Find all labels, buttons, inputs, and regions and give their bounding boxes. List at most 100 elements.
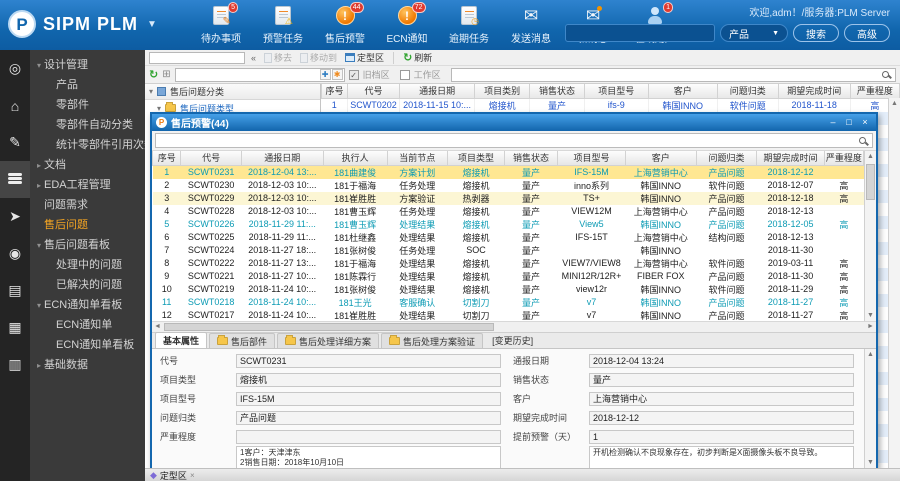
calendar-icon[interactable]: ▦ <box>0 309 30 346</box>
alert-table-row[interactable]: 8 SCWT0222 2018-11-27 13:... 181于福海 处理结果 熔接机 量… <box>153 257 864 270</box>
column-header[interactable]: 序号 <box>152 151 182 166</box>
filter-input[interactable]: ✚ ✱ <box>174 67 345 82</box>
sidebar-item-aftersale-board[interactable]: ▾ 售后问题看板 <box>30 235 145 255</box>
alert-table-row[interactable]: 5 SCWT0226 2018-11-29 11:... 181曹玉辉 处理结果 熔接机 量… <box>153 218 864 231</box>
chevron-down-icon[interactable]: ▼ <box>147 19 157 30</box>
alert-table-row[interactable]: 3 SCWT0229 2018-12-03 10:... 181崔胜胜 方案验证 热剥器量… <box>152 191 864 205</box>
column-header[interactable]: 严重程度 <box>823 151 864 166</box>
field-value[interactable]: 量产 <box>589 372 854 387</box>
sidebar-item-aftersale-issue[interactable]: 售后问题 <box>30 215 145 235</box>
column-header[interactable]: 代号 <box>346 84 401 99</box>
app-logo[interactable]: P SIPM PLM ▼ <box>8 10 157 38</box>
column-header[interactable]: 项目型号 <box>583 84 649 99</box>
notes-left-textarea[interactable]: 1客户：天津津东 2销售日期：2018年10月10日 <box>236 446 501 470</box>
search-icon[interactable] <box>882 70 889 78</box>
scroll-up-icon[interactable]: ▲ <box>865 151 876 162</box>
column-header[interactable]: 序号 <box>321 84 348 99</box>
column-header[interactable]: 问题归类 <box>716 84 779 99</box>
column-header[interactable]: 期望完成时间 <box>777 84 851 99</box>
sidebar-item-ecn-notice-item[interactable]: ECN通知单 <box>30 315 145 335</box>
field-value[interactable]: 2018-12-04 13:24 <box>589 353 854 368</box>
search-button[interactable]: 搜索 <box>793 24 839 42</box>
background-table-scrollbar[interactable]: ▲ <box>888 98 900 468</box>
column-header[interactable]: 客户 <box>647 84 718 99</box>
scroll-up-icon[interactable]: ▲ <box>865 349 876 360</box>
sidebar-item-issue-request[interactable]: 问题需求 <box>30 195 145 215</box>
collapse-button[interactable]: « <box>249 53 258 63</box>
scroll-down-icon[interactable]: ▼ <box>865 310 876 321</box>
final-area-button[interactable]: 定型区 <box>343 51 386 64</box>
chevron-down-icon[interactable]: ▾ <box>149 87 153 96</box>
nav-alert-task[interactable]: ⚠ 预警任务 <box>257 6 309 45</box>
toolbar-combo-input[interactable] <box>149 51 245 64</box>
column-header[interactable]: 销售状态 <box>529 84 585 99</box>
star-icon[interactable]: ✱ <box>331 69 343 80</box>
close-icon[interactable]: × <box>858 117 872 128</box>
alert-table-row[interactable]: 4 SCWT0228 2018-12-03 10:... 181曹玉辉 任务处理 熔接机 量… <box>153 205 864 218</box>
refresh-icon[interactable]: ↻ <box>149 68 158 81</box>
scroll-left-icon[interactable]: ◄ <box>152 322 163 332</box>
maximize-icon[interactable]: □ <box>842 117 856 128</box>
alert-table-row[interactable]: 6 SCWT0225 2018-11-29 11:... 181杜继鑫 处理结果 熔接机 量… <box>153 231 864 244</box>
tab-售后部件[interactable]: 售后部件 <box>209 333 276 348</box>
alert-table-row[interactable]: 10 SCWT0219 2018-11-24 10:... 181张树俊 处理结果 熔接机… <box>153 283 864 296</box>
scrollbar-thumb[interactable] <box>164 323 494 331</box>
field-value[interactable]: 2018-12-12 <box>589 410 854 425</box>
sidebar-item-ecn-board-group[interactable]: ▾ ECN通知单看板 <box>30 295 145 315</box>
nav-send-message[interactable]: ✉ 发送消息 <box>505 6 557 45</box>
quick-search-input[interactable] <box>450 67 896 82</box>
edit-icon[interactable]: ✎ <box>0 124 30 161</box>
tab-售后处理详细方案[interactable]: 售后处理详细方案 <box>277 333 380 348</box>
advanced-search-button[interactable]: 高级 <box>844 24 890 42</box>
sidebar-item-solved-issues[interactable]: 已解决的问题 <box>30 275 145 295</box>
scroll-up-icon[interactable]: ▲ <box>889 98 900 109</box>
scrollbar-thumb[interactable] <box>866 164 875 200</box>
field-value[interactable] <box>236 429 501 444</box>
minimize-icon[interactable]: – <box>826 117 840 128</box>
column-header[interactable]: 代号 <box>180 151 242 166</box>
send-icon[interactable]: ➤ <box>0 198 30 235</box>
field-value[interactable]: 产品问题 <box>236 410 501 425</box>
field-value[interactable]: SCWT0231 <box>236 353 501 368</box>
sidebar-item-document[interactable]: ▸ 文档 <box>30 155 145 175</box>
tab-售后处理方案验证[interactable]: 售后处理方案验证 <box>381 333 484 348</box>
column-header[interactable]: 严重程度 <box>849 84 900 99</box>
sidebar-item-parts-auto-class[interactable]: 零部件自动分类 <box>30 115 145 135</box>
book-icon[interactable]: ▤ <box>0 272 30 309</box>
search-icon[interactable] <box>859 137 866 144</box>
column-header[interactable]: 当前节点 <box>386 151 449 166</box>
column-header[interactable]: 项目型号 <box>557 151 626 166</box>
dialog-search-input[interactable] <box>155 133 873 148</box>
table-row[interactable]: 1 SCWT0202 2018-11-15 10:... 熔接机 量产 ifs-9 韩国IN… <box>321 98 900 112</box>
form-scrollbar[interactable]: ▲ ▼ <box>864 349 876 468</box>
column-header[interactable]: 销售状态 <box>503 151 559 166</box>
home-icon[interactable]: ⌂ <box>0 87 30 124</box>
global-search-input[interactable] <box>565 24 715 42</box>
tab-变更历史[interactable]: [变更历史] <box>485 333 540 348</box>
search-category-select[interactable]: 产品 ▼ <box>720 24 788 42</box>
nav-aftersale-alert[interactable]: ! 44 售后预警 <box>319 2 371 45</box>
database-icon[interactable] <box>0 161 30 198</box>
alert-table-row[interactable]: 11 SCWT0218 2018-11-24 10:... 181王光 客服确认 切割刀 量… <box>153 296 864 309</box>
column-header[interactable]: 期望完成时间 <box>756 151 825 166</box>
sidebar-item-design-mgmt[interactable]: ▾ 设计管理 <box>30 55 145 75</box>
sidebar-item-ecn-notice-board[interactable]: ECN通知单看板 <box>30 335 145 355</box>
sidebar-item-processing-issues[interactable]: 处理中的问题 <box>30 255 145 275</box>
close-icon[interactable]: × <box>190 471 195 480</box>
archive-area-checkbox[interactable]: ✓ <box>348 69 359 80</box>
support-icon[interactable]: ◉ <box>0 235 30 272</box>
refresh-button[interactable]: ↻ 刷新 <box>401 51 434 64</box>
column-header[interactable]: 通报日期 <box>240 151 324 166</box>
column-header[interactable]: 执行人 <box>322 151 388 166</box>
alert-table-row[interactable]: 7 SCWT0224 2018-11-27 18:... 181张树俊 任务处理 SOC 量… <box>153 244 864 257</box>
move-to-button[interactable]: 移动到 <box>298 51 339 64</box>
nav-overdue-task[interactable]: ◷ 逾期任务 <box>443 6 495 45</box>
column-header[interactable]: 客户 <box>624 151 697 166</box>
field-value[interactable]: IFS-15M <box>236 391 501 406</box>
nav-todo[interactable]: ✎ 5 待办事项 <box>195 2 247 45</box>
sidebar-item-base-data[interactable]: ▸ 基础数据 <box>30 355 145 375</box>
field-value[interactable]: 上海营销中心 <box>589 391 854 406</box>
field-value[interactable]: 1 <box>589 429 854 444</box>
alert-table-row[interactable]: 12 SCWT0217 2018-11-24 10:... 181崔胜胜 处理结果 切割刀… <box>153 309 864 322</box>
column-header[interactable]: 项目类别 <box>474 84 531 99</box>
